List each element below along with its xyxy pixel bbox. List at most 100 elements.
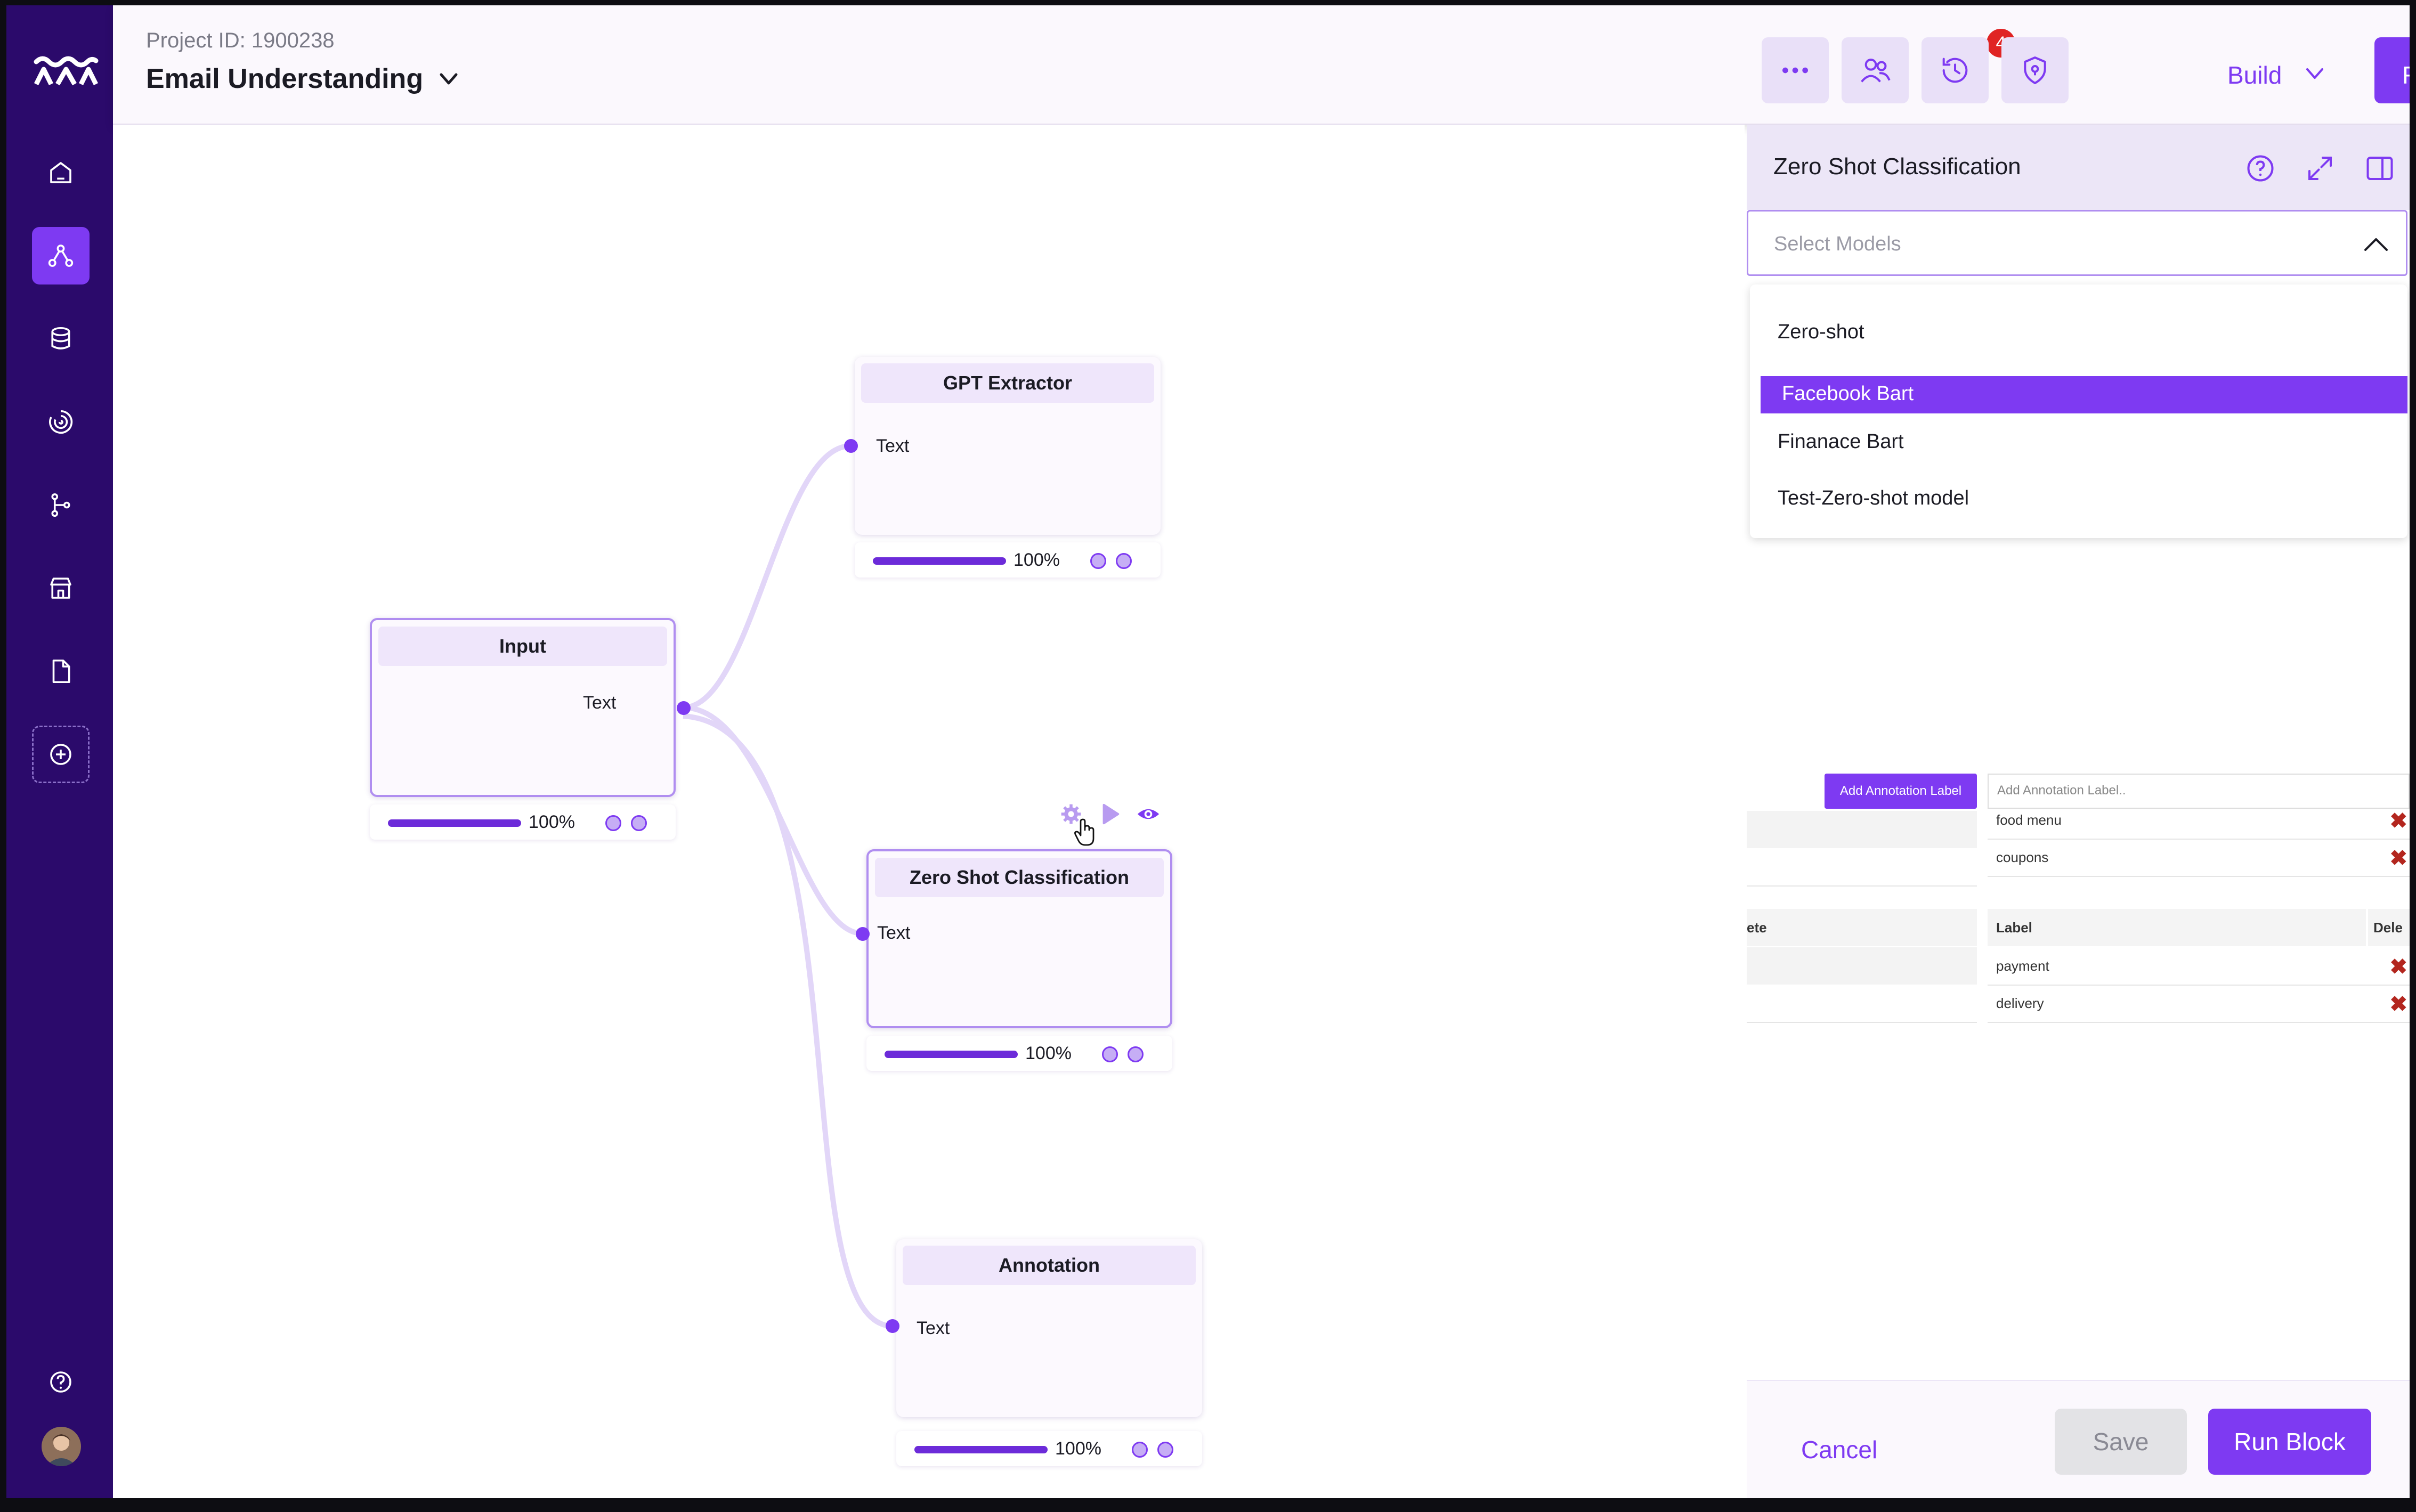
model-select[interactable]: Select Models <box>1747 210 2407 276</box>
top-header: Project ID: 1900238 Email Understanding … <box>113 5 2410 125</box>
nav-monitoring[interactable] <box>32 393 90 451</box>
status-dot <box>1157 1442 1173 1458</box>
gpt-extractor-node[interactable]: GPT Extractor Text <box>855 357 1161 535</box>
nav-git[interactable] <box>32 476 90 534</box>
eye-icon[interactable] <box>1135 802 1162 826</box>
nav-database[interactable] <box>32 310 90 368</box>
file-icon <box>52 659 70 684</box>
project-id: Project ID: 1900238 <box>146 29 335 52</box>
history-button[interactable] <box>1922 37 1989 103</box>
input-port[interactable] <box>856 927 870 941</box>
cancel-button[interactable]: Cancel <box>1801 1435 1877 1464</box>
panel-header: Zero Shot Classification <box>1747 125 2410 210</box>
expand-icon[interactable] <box>2304 152 2336 184</box>
run-button[interactable]: Run <box>2374 37 2410 103</box>
chevron-down-icon[interactable] <box>2304 66 2325 82</box>
status-dot <box>631 815 647 831</box>
input-port[interactable] <box>844 439 858 453</box>
workflow-icon <box>48 245 74 267</box>
node-title: GPT Extractor <box>861 363 1154 403</box>
port-label: Text <box>583 693 617 713</box>
plus-circle-icon <box>50 744 71 765</box>
annotation-node[interactable]: Annotation Text <box>896 1239 1202 1417</box>
port-label: Text <box>917 1318 950 1338</box>
status-dot <box>1132 1442 1148 1458</box>
input-progress: 100% <box>370 804 676 840</box>
node-title: Annotation <box>903 1246 1196 1285</box>
zero-shot-node[interactable]: Zero Shot Classification Text <box>866 849 1172 1028</box>
select-placeholder: Select Models <box>1774 233 1901 255</box>
column-header: Label <box>1988 909 2366 946</box>
more-options-button[interactable] <box>1762 37 1829 103</box>
play-icon[interactable] <box>1098 801 1122 827</box>
panel-title: Zero Shot Classification <box>1773 153 2021 180</box>
home-icon <box>50 162 71 183</box>
zero-shot-progress: 100% <box>866 1036 1172 1071</box>
model-dropdown: Zero-shot Facebook Bart Finanace Bart Te… <box>1750 284 2407 538</box>
nav-marketplace[interactable] <box>32 559 90 617</box>
nav-workflow[interactable] <box>32 227 90 284</box>
gpt-progress: 100% <box>855 542 1161 578</box>
save-button[interactable]: Save <box>2055 1409 2187 1475</box>
shield-icon <box>2024 56 2046 84</box>
help-icon[interactable] <box>2244 152 2276 184</box>
option-facebook-bart[interactable]: Facebook Bart <box>1761 376 2407 413</box>
workflow-canvas[interactable]: Input Text 100% GPT Extractor Text 100% <box>113 125 1745 1498</box>
annotation-preview: Add Annotation Label Add Annotation Labe… <box>1747 774 2410 1043</box>
add-annotation-label-button[interactable]: Add Annotation Label <box>1825 774 1977 809</box>
wire-input-gpt <box>683 443 851 710</box>
progress-bar <box>885 1051 1018 1058</box>
database-icon <box>51 327 70 349</box>
input-node[interactable]: Input Text <box>370 618 676 797</box>
block-config-panel: Zero Shot Classification Select Models Z… <box>1747 125 2410 1498</box>
progress-bar <box>873 557 1006 565</box>
nav-home[interactable] <box>32 144 90 201</box>
panel-footer: Cancel Save Run Block <box>1747 1380 2410 1498</box>
users-icon <box>1861 59 1891 83</box>
avatar[interactable] <box>42 1427 81 1466</box>
delete-icon[interactable]: ✖ <box>2389 955 2407 979</box>
node-title: Zero Shot Classification <box>875 858 1164 897</box>
project-title[interactable]: Email Understanding <box>146 63 423 95</box>
input-port[interactable] <box>886 1319 899 1333</box>
port-label: Text <box>876 436 910 456</box>
progress-text: 100% <box>529 812 575 832</box>
option-zero-shot[interactable]: Zero-shot <box>1750 314 2407 352</box>
nav-help[interactable] <box>32 1353 90 1411</box>
delete-icon[interactable]: ✖ <box>2389 809 2407 833</box>
table-row: delivery ✖ <box>1988 985 2410 1023</box>
history-icon <box>1942 58 1968 83</box>
progress-text: 100% <box>1014 550 1060 570</box>
build-dropdown[interactable]: Build <box>2227 61 2282 90</box>
nav-add[interactable] <box>32 726 90 783</box>
run-block-button[interactable]: Run Block <box>2208 1409 2371 1475</box>
hand-cursor-icon <box>1074 818 1095 846</box>
column-header: ete <box>1747 909 1977 946</box>
chevron-up-icon[interactable] <box>2362 235 2390 253</box>
table-row: payment ✖ <box>1988 947 2410 986</box>
delete-icon[interactable]: ✖ <box>2389 992 2407 1017</box>
port-label: Text <box>877 923 911 943</box>
run-label: Run <box>2402 61 2410 90</box>
spiral-icon <box>49 410 73 434</box>
app-window: Project ID: 1900238 Email Understanding … <box>6 5 2410 1498</box>
status-dot <box>605 815 621 831</box>
status-dot <box>1090 553 1106 569</box>
chevron-down-icon[interactable] <box>437 70 460 88</box>
delete-icon[interactable]: ✖ <box>2389 846 2407 871</box>
option-finanace-bart[interactable]: Finanace Bart <box>1750 424 2407 461</box>
table-row: food menu ✖ <box>1988 801 2410 840</box>
annotation-progress: 100% <box>896 1431 1202 1466</box>
store-icon <box>50 578 71 599</box>
progress-text: 100% <box>1055 1438 1101 1459</box>
more-horizontal-icon <box>1782 67 1808 74</box>
panel-toggle-icon[interactable] <box>2364 152 2396 184</box>
security-button[interactable] <box>2001 37 2069 103</box>
status-dot <box>1102 1046 1118 1062</box>
collaborators-button[interactable] <box>1842 37 1909 103</box>
column-header: Dele <box>2368 909 2410 946</box>
nav-files[interactable] <box>32 643 90 700</box>
option-test-zero-shot-model[interactable]: Test-Zero-shot model <box>1750 481 2407 518</box>
output-port[interactable] <box>677 701 691 715</box>
help-icon <box>50 1371 71 1393</box>
